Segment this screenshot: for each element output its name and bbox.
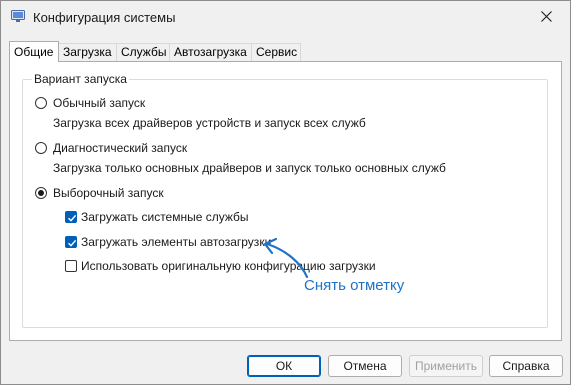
tab-services[interactable]: Службы <box>116 43 170 61</box>
selective-startup-radio[interactable] <box>35 187 47 199</box>
window-title: Конфигурация системы <box>33 10 176 25</box>
load-startup-items-checkbox[interactable] <box>65 236 77 248</box>
general-tab-panel: Вариант запуска Обычный запуск Загрузка … <box>9 61 562 341</box>
use-original-boot-config-label[interactable]: Использовать оригинальную конфигурацию з… <box>81 259 376 273</box>
cancel-button[interactable]: Отмена <box>328 355 402 377</box>
load-startup-items-label[interactable]: Загружать элементы автозагрузки <box>81 235 271 249</box>
annotation-text: Снять отметку <box>304 277 405 294</box>
msconfig-app-icon <box>11 10 25 23</box>
system-configuration-window: Конфигурация системы Общие Загрузка Служ… <box>0 0 571 385</box>
ok-button[interactable]: ОК <box>247 355 321 377</box>
help-button[interactable]: Справка <box>489 355 563 377</box>
startup-selection-group: Вариант запуска Обычный запуск Загрузка … <box>22 72 548 328</box>
group-title: Вариант запуска <box>32 72 129 86</box>
title-bar: Конфигурация системы <box>1 1 570 33</box>
checkmark-icon <box>68 214 77 222</box>
selective-startup-label[interactable]: Выборочный запуск <box>53 186 164 200</box>
load-system-services-checkbox[interactable] <box>65 211 77 223</box>
close-icon <box>541 11 552 22</box>
tab-general[interactable]: Общие <box>9 41 59 62</box>
tab-tools[interactable]: Сервис <box>251 43 301 61</box>
use-original-boot-config-checkbox[interactable] <box>65 260 77 272</box>
normal-startup-label[interactable]: Обычный запуск <box>53 96 145 110</box>
diagnostic-startup-description: Загрузка только основных драйверов и зап… <box>53 161 446 175</box>
tab-startup[interactable]: Автозагрузка <box>169 43 252 61</box>
tab-boot[interactable]: Загрузка <box>58 43 117 61</box>
diagnostic-startup-radio[interactable] <box>35 142 47 154</box>
normal-startup-radio[interactable] <box>35 97 47 109</box>
diagnostic-startup-label[interactable]: Диагностический запуск <box>53 141 187 155</box>
apply-button[interactable]: Применить <box>409 355 483 377</box>
checkmark-icon <box>68 239 77 247</box>
close-button[interactable] <box>524 1 570 33</box>
normal-startup-description: Загрузка всех драйверов устройств и запу… <box>53 116 366 130</box>
load-system-services-label[interactable]: Загружать системные службы <box>81 210 249 224</box>
